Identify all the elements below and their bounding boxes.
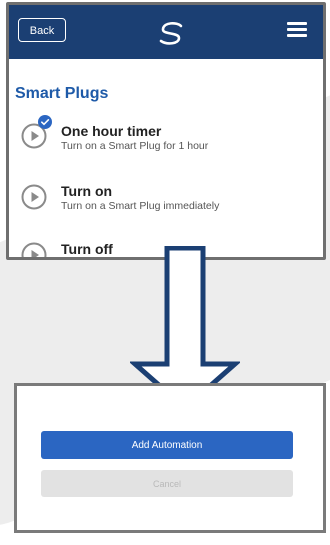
item-title: One hour timer: [61, 123, 162, 139]
cancel-button[interactable]: Cancel: [41, 470, 293, 497]
section-title: Smart Plugs: [15, 85, 109, 102]
item-subtitle: Turn on a Smart Plug immediately: [61, 200, 220, 212]
item-subtitle: Turn on a Smart Plug for 1 hour: [61, 140, 209, 152]
play-circle-icon: [21, 184, 47, 210]
back-button[interactable]: Back: [18, 18, 66, 42]
item-title: Turn off: [61, 241, 113, 257]
swirl-logo-icon: [159, 22, 183, 45]
add-automation-button[interactable]: Add Automation: [41, 431, 293, 459]
selected-check-icon: [38, 115, 52, 129]
hamburger-menu-icon[interactable]: [287, 22, 307, 38]
play-circle-icon: [21, 242, 47, 257]
confirmation-dialog: Add Automation Cancel: [14, 383, 326, 533]
list-item-turn-on[interactable]: Turn on Turn on a Smart Plug immediately: [9, 177, 323, 227]
top-bar: Back: [9, 5, 323, 59]
phone-screen: Back Smart Plugs One hour timer Turn on …: [6, 2, 326, 260]
list-item-one-hour-timer[interactable]: One hour timer Turn on a Smart Plug for …: [9, 115, 323, 165]
item-title: Turn on: [61, 183, 113, 199]
